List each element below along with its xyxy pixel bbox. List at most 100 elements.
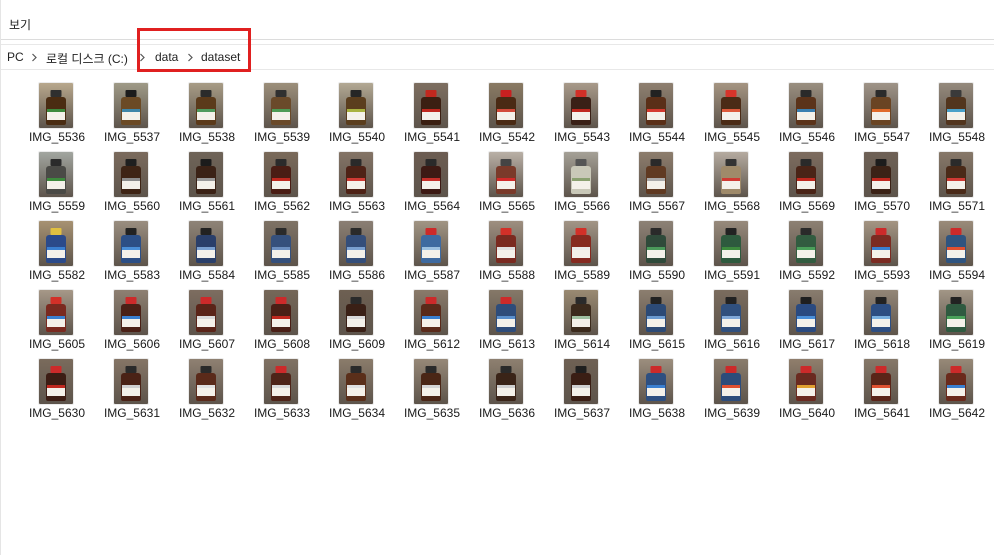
file-item[interactable]: IMG_5565 [472,149,547,218]
file-item[interactable]: IMG_5642 [922,356,994,425]
image-thumbnail[interactable] [864,152,898,197]
image-thumbnail[interactable] [414,290,448,335]
chevron-right-icon[interactable] [137,52,147,62]
image-thumbnail[interactable] [789,359,823,404]
breadcrumb-dataset[interactable]: dataset [201,50,240,64]
image-thumbnail[interactable] [114,83,148,128]
file-item[interactable]: IMG_5613 [472,287,547,356]
image-thumbnail[interactable] [114,221,148,266]
file-item[interactable]: IMG_5543 [547,80,622,149]
file-item[interactable]: IMG_5583 [97,218,172,287]
file-item[interactable]: IMG_5548 [922,80,994,149]
image-thumbnail[interactable] [939,290,973,335]
file-item[interactable]: IMG_5561 [172,149,247,218]
image-thumbnail[interactable] [564,152,598,197]
file-item[interactable]: IMG_5637 [547,356,622,425]
file-item[interactable]: IMG_5569 [772,149,847,218]
image-thumbnail[interactable] [189,152,223,197]
file-item[interactable]: IMG_5562 [247,149,322,218]
file-item[interactable]: IMG_5639 [697,356,772,425]
image-thumbnail[interactable] [39,152,73,197]
image-thumbnail[interactable] [564,290,598,335]
image-thumbnail[interactable] [264,359,298,404]
image-thumbnail[interactable] [414,359,448,404]
file-item[interactable]: IMG_5634 [322,356,397,425]
image-thumbnail[interactable] [639,290,673,335]
image-thumbnail[interactable] [564,83,598,128]
file-item[interactable]: IMG_5537 [97,80,172,149]
chevron-right-icon[interactable] [29,52,39,62]
file-item[interactable]: IMG_5636 [472,356,547,425]
file-item[interactable]: IMG_5588 [472,218,547,287]
file-item[interactable]: IMG_5566 [547,149,622,218]
image-thumbnail[interactable] [714,359,748,404]
image-thumbnail[interactable] [864,83,898,128]
file-item[interactable]: IMG_5568 [697,149,772,218]
file-item[interactable]: IMG_5635 [397,356,472,425]
file-item[interactable]: IMG_5582 [22,218,97,287]
file-item[interactable]: IMG_5544 [622,80,697,149]
image-thumbnail[interactable] [714,290,748,335]
image-thumbnail[interactable] [714,152,748,197]
file-item[interactable]: IMG_5605 [22,287,97,356]
image-thumbnail[interactable] [939,359,973,404]
file-item[interactable]: IMG_5592 [772,218,847,287]
file-item[interactable]: IMG_5606 [97,287,172,356]
file-item[interactable]: IMG_5546 [772,80,847,149]
file-item[interactable]: IMG_5618 [847,287,922,356]
file-item[interactable]: IMG_5587 [397,218,472,287]
file-item[interactable]: IMG_5536 [22,80,97,149]
image-thumbnail[interactable] [264,152,298,197]
image-thumbnail[interactable] [189,290,223,335]
image-thumbnail[interactable] [789,221,823,266]
file-item[interactable]: IMG_5631 [97,356,172,425]
file-item[interactable]: IMG_5615 [622,287,697,356]
image-thumbnail[interactable] [564,221,598,266]
image-thumbnail[interactable] [189,83,223,128]
file-item[interactable]: IMG_5540 [322,80,397,149]
file-item[interactable]: IMG_5584 [172,218,247,287]
image-thumbnail[interactable] [39,359,73,404]
file-item[interactable]: IMG_5591 [697,218,772,287]
file-item[interactable]: IMG_5616 [697,287,772,356]
image-thumbnail[interactable] [714,83,748,128]
image-thumbnail[interactable] [339,83,373,128]
breadcrumb-pc[interactable]: PC [7,50,24,64]
image-thumbnail[interactable] [939,152,973,197]
image-thumbnail[interactable] [39,290,73,335]
image-thumbnail[interactable] [264,221,298,266]
image-thumbnail[interactable] [339,221,373,266]
file-item[interactable]: IMG_5608 [247,287,322,356]
image-thumbnail[interactable] [189,359,223,404]
image-thumbnail[interactable] [939,83,973,128]
image-thumbnail[interactable] [414,83,448,128]
image-thumbnail[interactable] [189,221,223,266]
file-item[interactable]: IMG_5641 [847,356,922,425]
file-item[interactable]: IMG_5560 [97,149,172,218]
file-item[interactable]: IMG_5594 [922,218,994,287]
image-thumbnail[interactable] [489,290,523,335]
image-thumbnail[interactable] [789,152,823,197]
file-item[interactable]: IMG_5638 [622,356,697,425]
image-thumbnail[interactable] [414,221,448,266]
image-thumbnail[interactable] [264,290,298,335]
breadcrumb-data[interactable]: data [155,50,178,64]
image-thumbnail[interactable] [339,359,373,404]
file-item[interactable]: IMG_5585 [247,218,322,287]
file-item[interactable]: IMG_5607 [172,287,247,356]
file-item[interactable]: IMG_5564 [397,149,472,218]
image-thumbnail[interactable] [489,221,523,266]
file-item[interactable]: IMG_5567 [622,149,697,218]
file-item[interactable]: IMG_5589 [547,218,622,287]
image-thumbnail[interactable] [114,152,148,197]
image-thumbnail[interactable] [864,359,898,404]
file-item[interactable]: IMG_5632 [172,356,247,425]
image-thumbnail[interactable] [264,83,298,128]
file-item[interactable]: IMG_5593 [847,218,922,287]
file-item[interactable]: IMG_5614 [547,287,622,356]
image-thumbnail[interactable] [639,83,673,128]
file-item[interactable]: IMG_5541 [397,80,472,149]
image-thumbnail[interactable] [489,83,523,128]
image-thumbnail[interactable] [564,359,598,404]
file-item[interactable]: IMG_5619 [922,287,994,356]
